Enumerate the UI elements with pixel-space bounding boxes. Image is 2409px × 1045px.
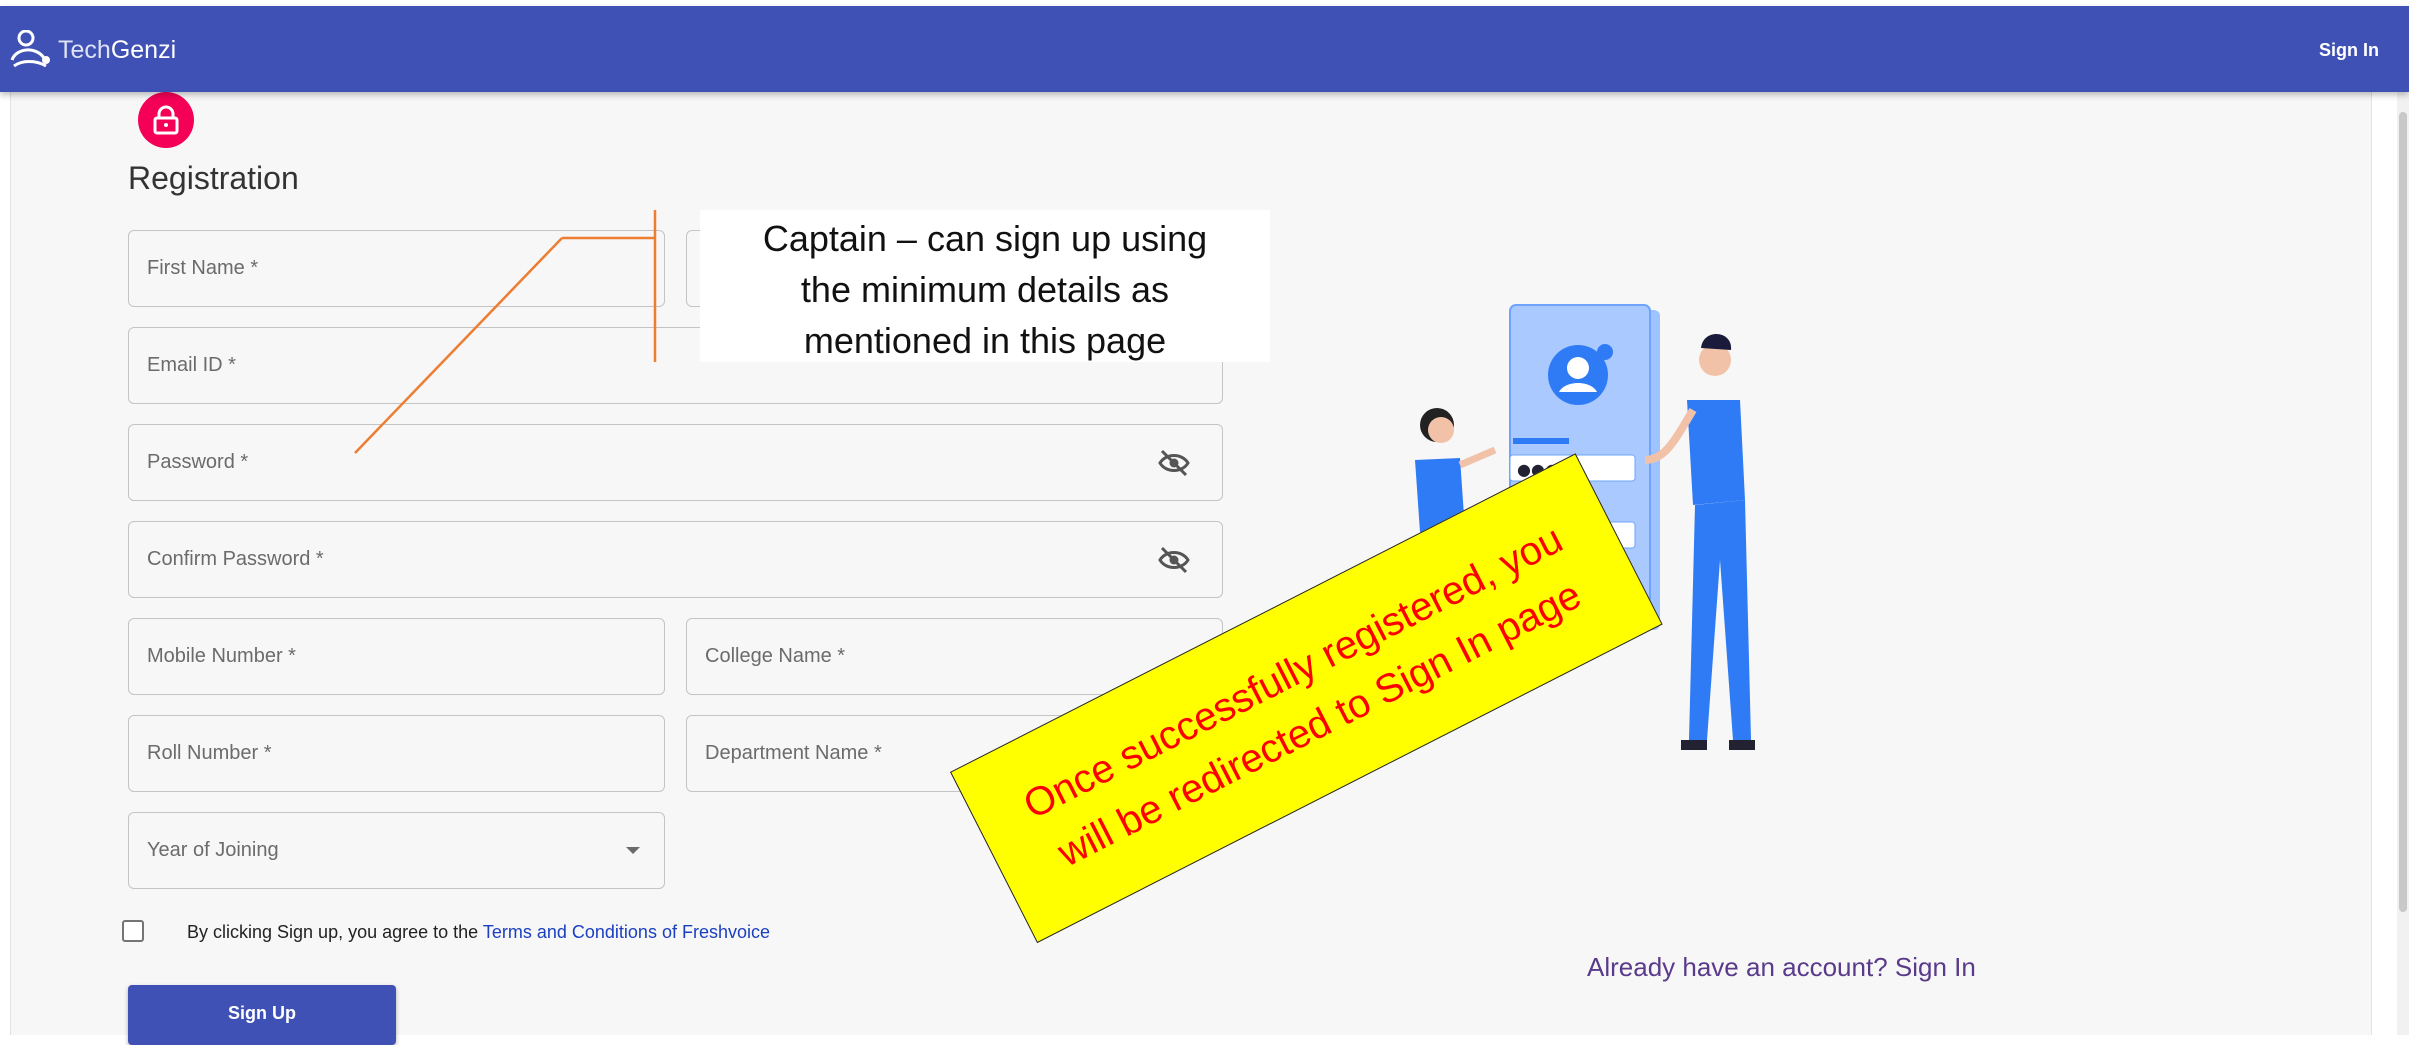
brand-name: TechGenzi xyxy=(58,35,177,64)
header-sign-in-link[interactable]: Sign In xyxy=(2319,40,2379,61)
annotation-leader-lines xyxy=(354,210,657,454)
app-bar: TechGenzi Sign In xyxy=(0,6,2409,92)
brand-logo[interactable]: TechGenzi xyxy=(8,30,176,70)
techgenzi-logo-icon xyxy=(10,30,50,68)
captain-callout: Captain – can sign up using the minimum … xyxy=(700,210,1270,362)
